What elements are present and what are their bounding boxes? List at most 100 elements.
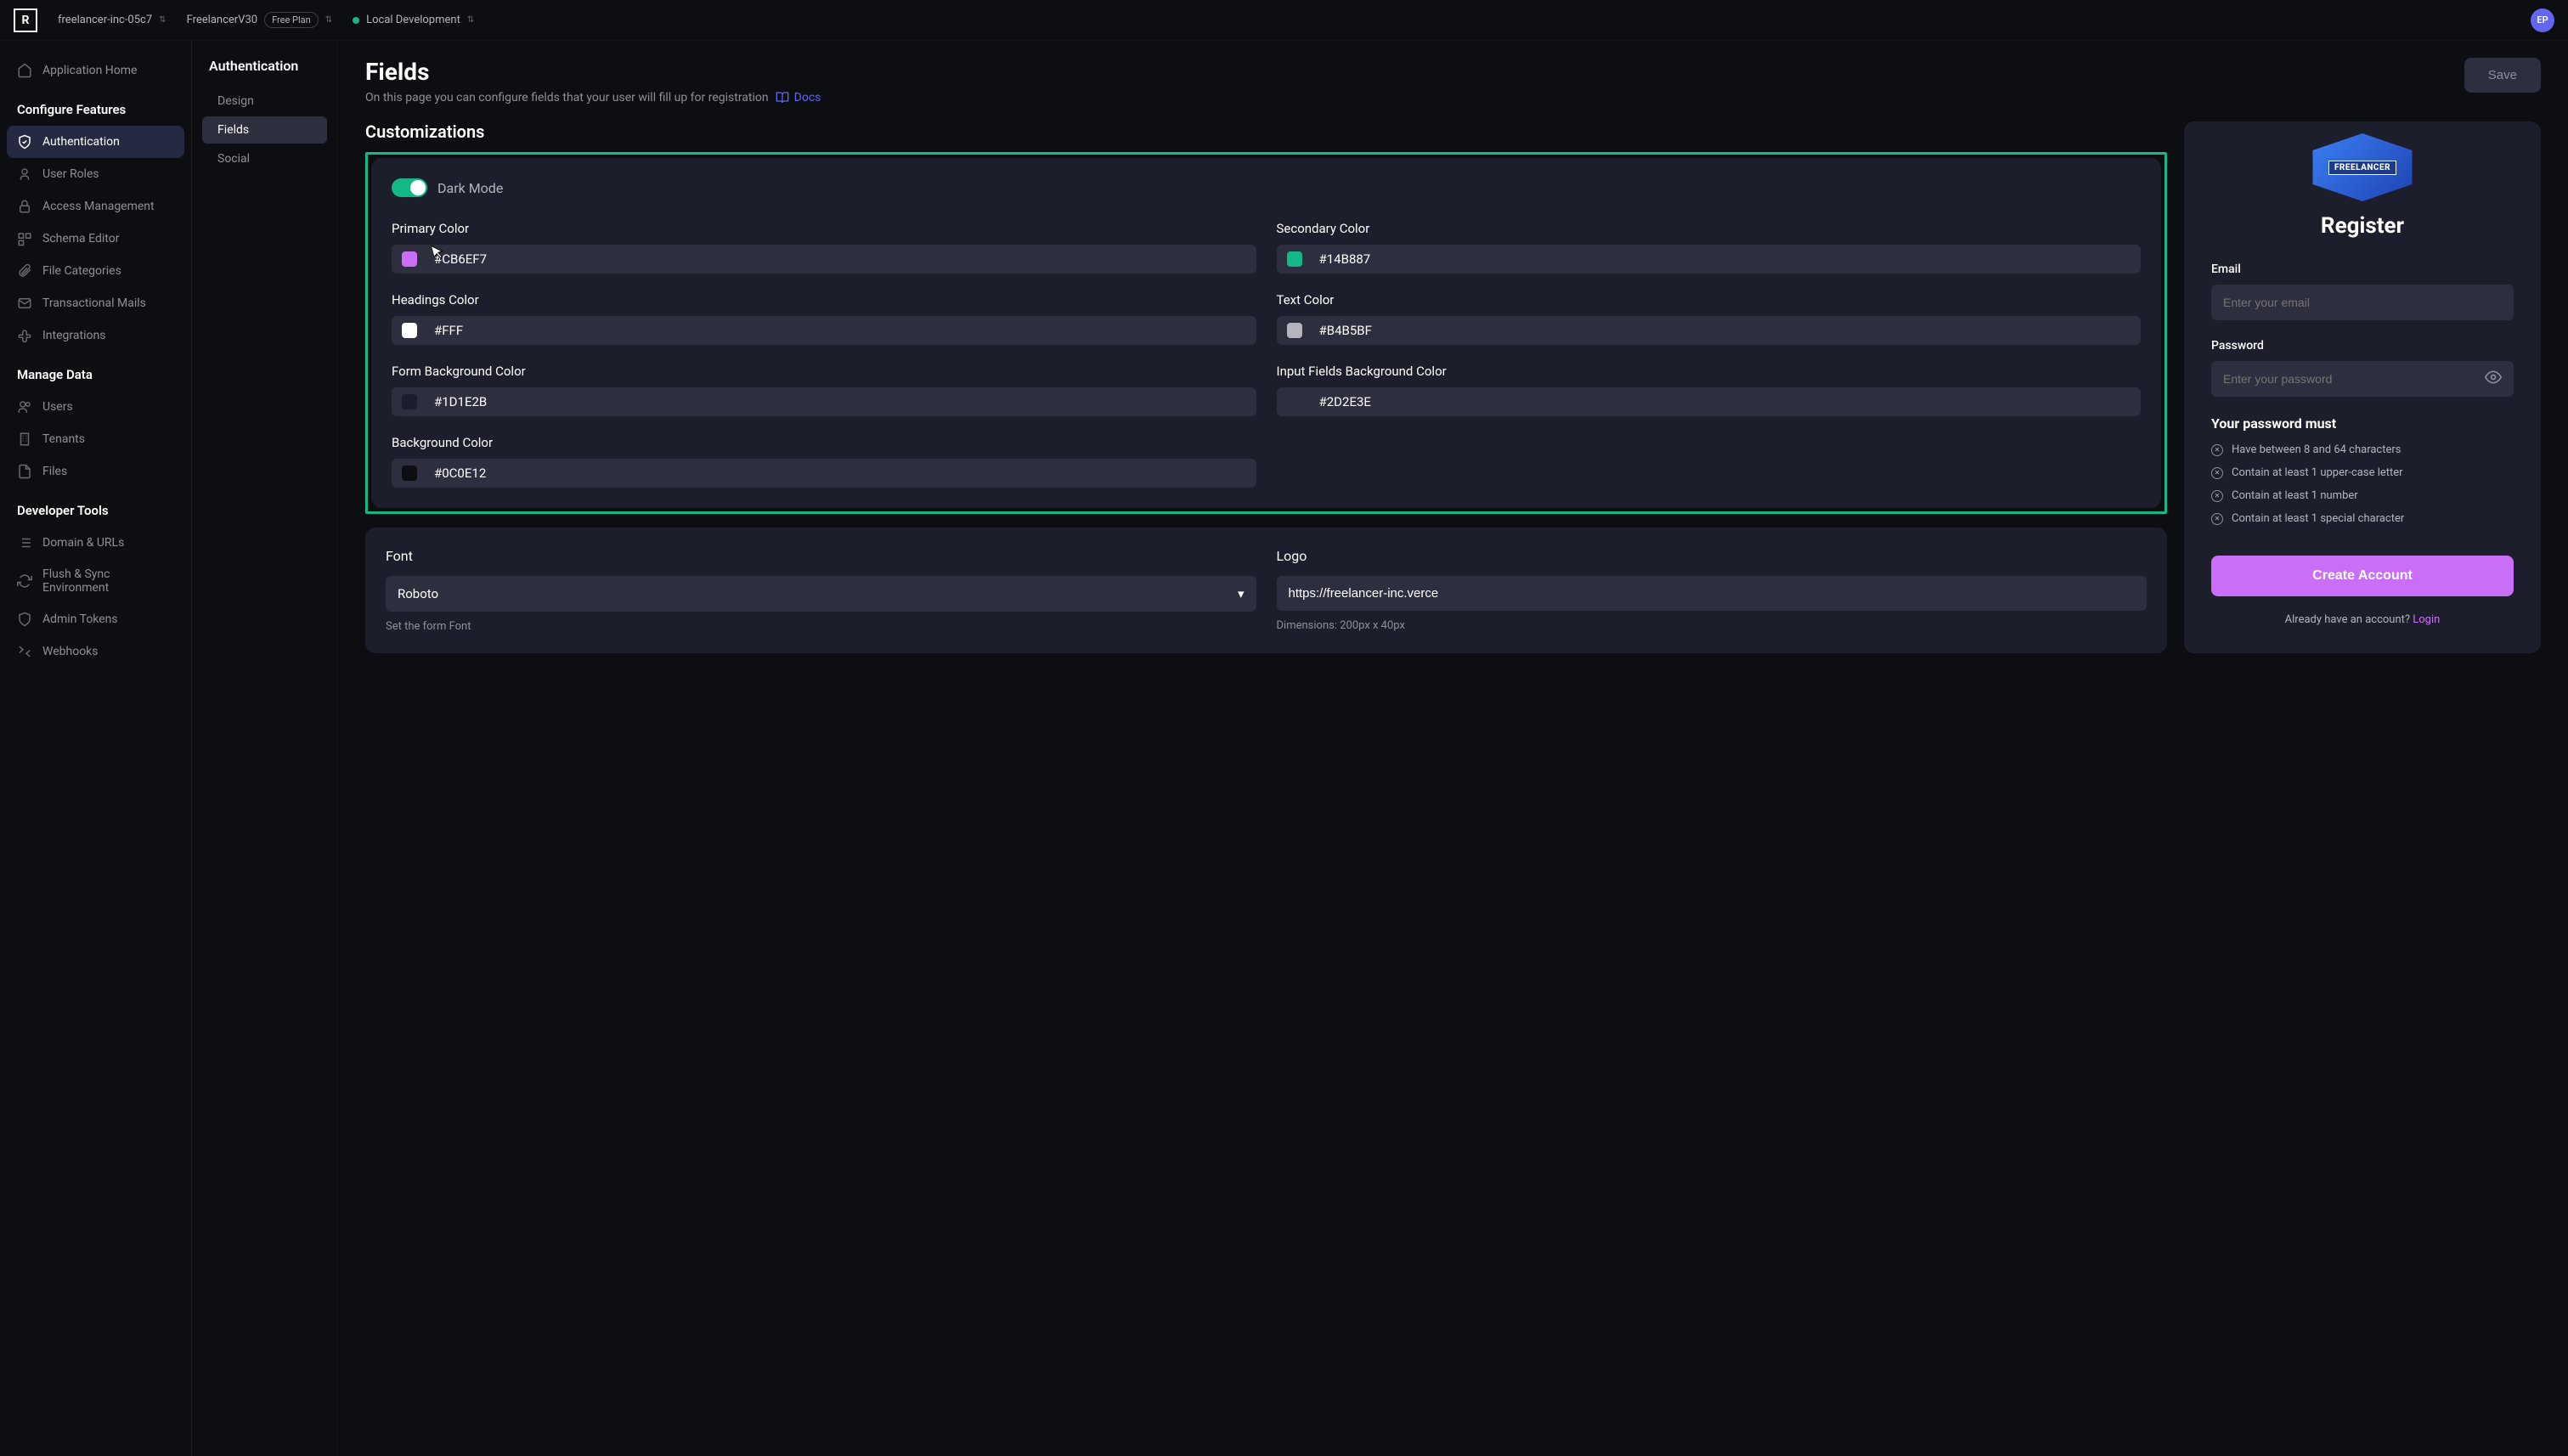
color-swatch bbox=[402, 323, 417, 338]
color-label: Text Color bbox=[1277, 292, 2142, 308]
clip-icon bbox=[17, 263, 32, 279]
color-label: Primary Color bbox=[392, 221, 1256, 236]
main-content: Fields On this page you can configure fi… bbox=[338, 41, 2568, 1456]
sidebar-item-label: Tenants bbox=[42, 432, 85, 446]
sidebar-item-domain-urls[interactable]: Domain & URLs bbox=[7, 527, 184, 559]
logo-label: Logo bbox=[1277, 548, 2148, 564]
sub-sidebar: Authentication Design Fields Social bbox=[192, 41, 338, 1456]
mail-icon bbox=[17, 296, 32, 311]
color-input[interactable]: #1D1E2B bbox=[392, 387, 1256, 416]
sidebar-item-file-categories[interactable]: File Categories bbox=[7, 255, 184, 287]
plan-badge: Free Plan bbox=[264, 12, 319, 28]
circle-x-icon: ✕ bbox=[2211, 444, 2223, 456]
sidebar-item-label: Application Home bbox=[42, 64, 137, 77]
sidebar-item-users[interactable]: Users bbox=[7, 391, 184, 423]
home-icon bbox=[17, 63, 32, 78]
color-input[interactable]: #0C0E12 bbox=[392, 459, 1256, 488]
workspace-selector[interactable]: FreelancerV30 Free Plan ⇅ bbox=[187, 12, 333, 28]
color-field: Text Color #B4B5BF bbox=[1277, 292, 2142, 345]
color-field: Headings Color #FFF bbox=[392, 292, 1256, 345]
nav-section-header: Developer Tools bbox=[7, 488, 184, 527]
sidebar-item-transactional-mails[interactable]: Transactional Mails bbox=[7, 287, 184, 319]
sidebar-item-integrations[interactable]: Integrations bbox=[7, 319, 184, 352]
register-preview: FREELANCER Register Email Password bbox=[2184, 121, 2541, 653]
env-selector[interactable]: Local Development ⇅ bbox=[353, 14, 474, 26]
color-swatch bbox=[402, 466, 417, 481]
sidebar-item-files[interactable]: Files bbox=[7, 455, 184, 488]
building-icon bbox=[17, 432, 32, 447]
chevron-updown-icon: ⇅ bbox=[467, 15, 474, 25]
customizations-highlight: Dark Mode Primary Color #CB6EF7 Secondar… bbox=[365, 152, 2167, 514]
email-input[interactable] bbox=[2211, 285, 2514, 320]
sidebar-item-label: User Roles bbox=[42, 167, 99, 181]
color-swatch bbox=[1287, 251, 1302, 267]
color-label: Secondary Color bbox=[1277, 221, 2142, 236]
sidebar-item-admin-tokens[interactable]: Admin Tokens bbox=[7, 603, 184, 635]
project-name: freelancer-inc-05c7 bbox=[58, 14, 152, 26]
color-value: #CB6EF7 bbox=[434, 251, 1246, 267]
circle-x-icon: ✕ bbox=[2211, 513, 2223, 525]
main-sidebar: Application Home Configure Features Auth… bbox=[0, 41, 192, 1456]
collapse-icon bbox=[17, 644, 32, 659]
puzzle-icon bbox=[17, 328, 32, 343]
sidebar-item-tenants[interactable]: Tenants bbox=[7, 423, 184, 455]
color-swatch bbox=[402, 251, 417, 267]
eye-icon[interactable] bbox=[2485, 369, 2502, 389]
color-input[interactable]: #B4B5BF bbox=[1277, 316, 2142, 345]
sidebar-item-webhooks[interactable]: Webhooks bbox=[7, 635, 184, 668]
sidebar-item-user-roles[interactable]: User Roles bbox=[7, 158, 184, 190]
sidebar-item-label: Domain & URLs bbox=[42, 536, 124, 550]
sidebar-item-label: Authentication bbox=[42, 135, 120, 149]
book-icon bbox=[776, 91, 789, 104]
workspace-name: FreelancerV30 bbox=[187, 14, 258, 26]
save-button[interactable]: Save bbox=[2464, 58, 2541, 93]
sidebar-item-flush-sync[interactable]: Flush & Sync Environment bbox=[7, 559, 184, 603]
project-selector[interactable]: freelancer-inc-05c7 ⇅ bbox=[58, 14, 166, 26]
color-input[interactable]: #2D2E3E bbox=[1277, 387, 2142, 416]
create-account-button[interactable]: Create Account bbox=[2211, 556, 2514, 596]
sidebar-item-app-home[interactable]: Application Home bbox=[7, 54, 184, 87]
color-value: #1D1E2B bbox=[434, 394, 1246, 409]
color-input[interactable]: #CB6EF7 bbox=[392, 245, 1256, 274]
circle-x-icon: ✕ bbox=[2211, 467, 2223, 479]
sidebar-item-label: Integrations bbox=[42, 329, 105, 342]
login-link[interactable]: Login bbox=[2413, 613, 2440, 626]
password-input[interactable] bbox=[2211, 361, 2514, 397]
password-rule: ✕Have between 8 and 64 characters bbox=[2211, 443, 2514, 456]
nav-section-header: Manage Data bbox=[7, 352, 184, 391]
logo-helper: Dimensions: 200px x 40px bbox=[1277, 619, 2148, 632]
topbar: R freelancer-inc-05c7 ⇅ FreelancerV30 Fr… bbox=[0, 0, 2568, 41]
dark-mode-label: Dark Mode bbox=[437, 180, 503, 196]
sidebar-item-schema-editor[interactable]: Schema Editor bbox=[7, 223, 184, 255]
sub-item-design[interactable]: Design bbox=[202, 87, 327, 115]
sidebar-item-label: Webhooks bbox=[42, 645, 99, 658]
sidebar-item-label: Files bbox=[42, 465, 67, 478]
sidebar-item-label: Users bbox=[42, 400, 73, 414]
sidebar-item-access-management[interactable]: Access Management bbox=[7, 190, 184, 223]
env-name: Local Development bbox=[366, 14, 460, 26]
font-label: Font bbox=[386, 548, 1256, 564]
font-select[interactable]: Roboto ▾ bbox=[386, 576, 1256, 612]
color-input[interactable]: #14B887 bbox=[1277, 245, 2142, 274]
color-input[interactable]: #FFF bbox=[392, 316, 1256, 345]
sidebar-item-authentication[interactable]: Authentication bbox=[7, 126, 184, 158]
color-field: Background Color #0C0E12 bbox=[392, 435, 1256, 488]
app-logo[interactable]: R bbox=[14, 8, 37, 32]
docs-link[interactable]: Docs bbox=[776, 91, 821, 104]
color-value: #2D2E3E bbox=[1319, 394, 2131, 409]
logo-input[interactable] bbox=[1277, 576, 2148, 611]
color-field: Input Fields Background Color #2D2E3E bbox=[1277, 364, 2142, 416]
shield2-icon bbox=[17, 612, 32, 627]
shield-icon bbox=[17, 134, 32, 150]
color-label: Headings Color bbox=[392, 292, 1256, 308]
sub-item-social[interactable]: Social bbox=[202, 145, 327, 172]
dark-mode-toggle[interactable] bbox=[392, 178, 427, 197]
customizations-title: Customizations bbox=[365, 121, 2167, 142]
list-icon bbox=[17, 535, 32, 550]
user-icon bbox=[17, 166, 32, 182]
sub-item-fields[interactable]: Fields bbox=[202, 116, 327, 144]
avatar[interactable]: EP bbox=[2531, 8, 2554, 32]
color-field: Secondary Color #14B887 bbox=[1277, 221, 2142, 274]
sidebar-item-label: Admin Tokens bbox=[42, 612, 118, 626]
color-value: #14B887 bbox=[1319, 251, 2131, 267]
